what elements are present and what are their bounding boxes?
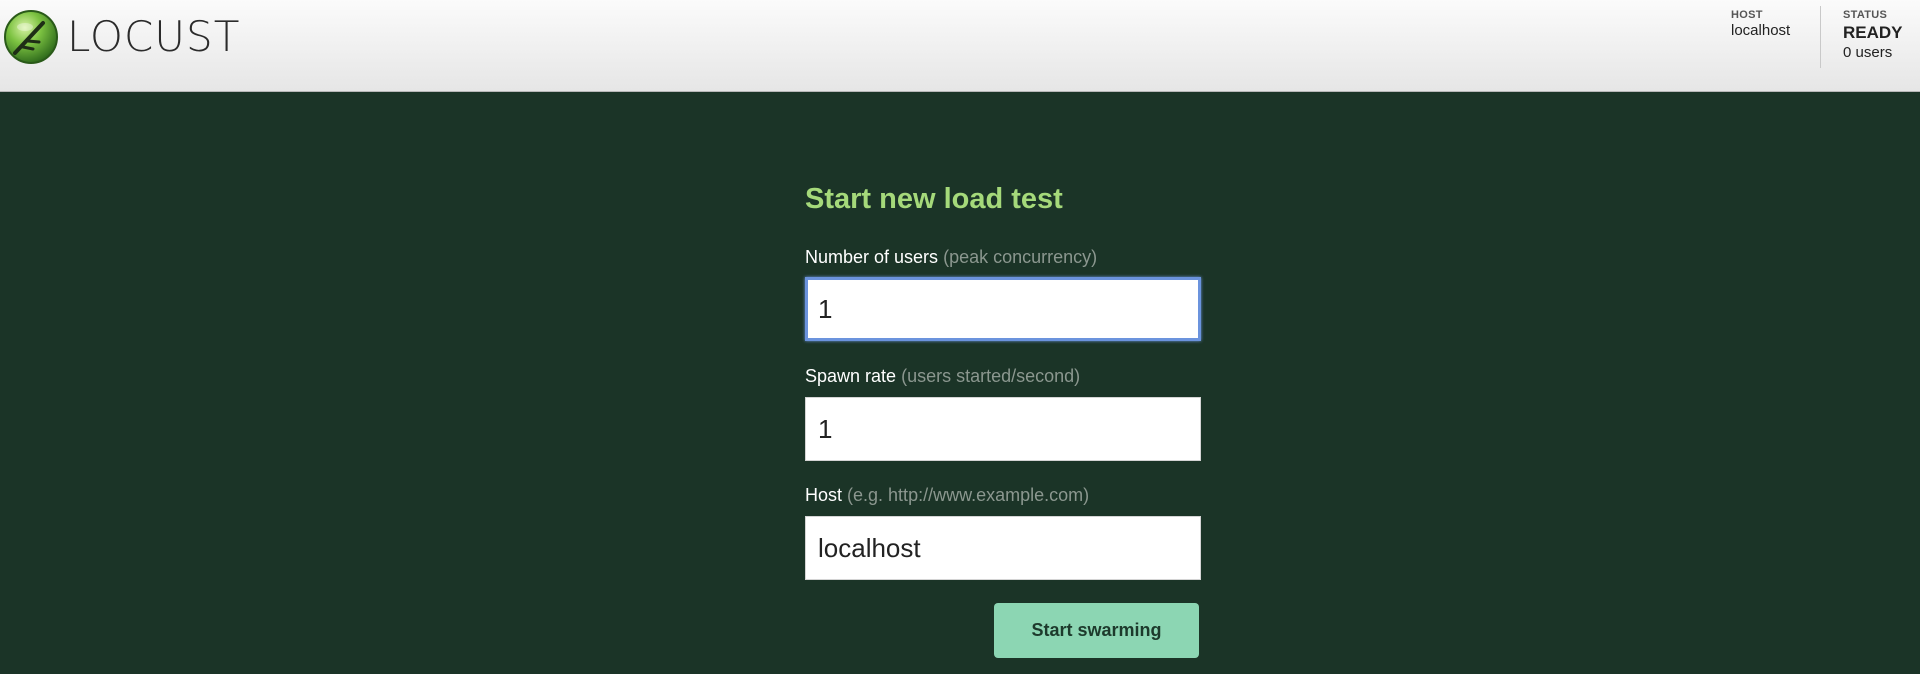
spawn-rate-label-text: Spawn rate <box>805 366 897 386</box>
users-hint: (peak concurrency) <box>943 247 1098 267</box>
host-field-hint: (e.g. http://www.example.com) <box>847 485 1090 505</box>
host-info: HOST localhost <box>1731 8 1790 40</box>
status-label: STATUS <box>1843 9 1888 21</box>
users-count: 0 users <box>1843 44 1893 61</box>
host-value: localhost <box>1731 22 1791 39</box>
users-input[interactable] <box>805 277 1201 341</box>
spawn-rate-input[interactable] <box>805 397 1201 461</box>
users-label-text: Number of users <box>805 247 939 267</box>
header-divider <box>1820 6 1821 68</box>
form-title: Start new load test <box>805 183 1063 215</box>
spawn-rate-label: Spawn rate (users started/second) <box>805 366 1080 387</box>
spawn-rate-hint: (users started/second) <box>901 366 1081 386</box>
start-swarming-button[interactable]: Start swarming <box>994 603 1199 658</box>
locust-logo-icon <box>4 10 58 64</box>
users-label: Number of users (peak concurrency) <box>805 247 1097 268</box>
status-info: STATUS READY 0 users <box>1843 8 1903 62</box>
locust-logo[interactable]: LOCUST <box>3 9 240 65</box>
logo-text: LOCUST <box>67 12 241 61</box>
host-field-label-text: Host <box>805 485 843 505</box>
top-header: LOCUST HOST localhost STATUS READY 0 use… <box>0 0 1920 92</box>
host-input[interactable] <box>805 516 1201 580</box>
status-value: READY <box>1843 23 1903 42</box>
host-field-label: Host (e.g. http://www.example.com) <box>805 485 1089 506</box>
host-label: HOST <box>1731 9 1763 21</box>
